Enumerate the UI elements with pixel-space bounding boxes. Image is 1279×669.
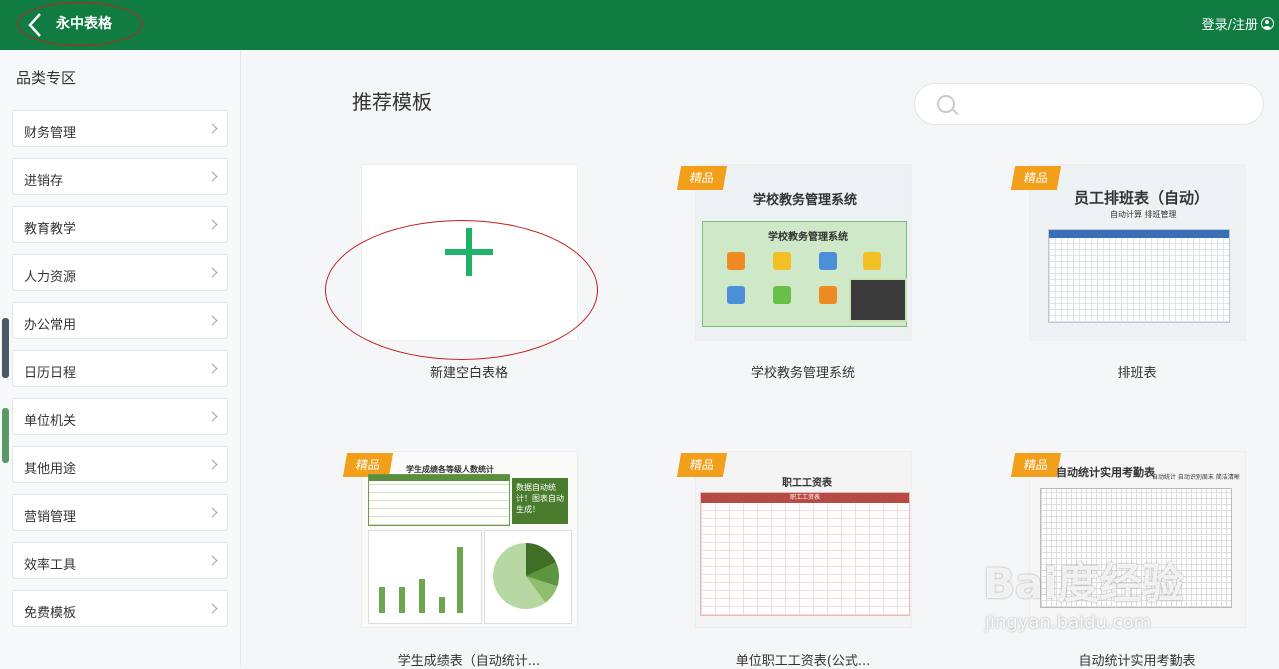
top-bar: 永中表格 登录/注册 [0, 0, 1279, 50]
user-icon [1261, 17, 1274, 30]
premium-badge: 精品 [676, 453, 728, 477]
section-title: 推荐模板 [352, 90, 432, 114]
template-card-school[interactable]: 精品 学校教务管理系统 学校教务管理系统 [676, 165, 911, 340]
sidebar-item-finance[interactable]: 财务管理 [12, 110, 228, 147]
chevron-right-icon [207, 603, 218, 614]
thumb-title: 学校教务管理系统 [753, 193, 858, 208]
template-card-scores[interactable]: 精品 学生成绩各等级人数统计 数据自动统计！图表自动生成！ [342, 452, 577, 627]
thumb-table: 职工工资表 [700, 492, 910, 616]
annotation-ellipse [17, 2, 143, 46]
thumb-pie-chart [484, 530, 572, 624]
sidebar-item-free[interactable]: 免费模板 [12, 590, 228, 627]
sidebar-item-calendar[interactable]: 日历日程 [12, 350, 228, 387]
thumb-table [368, 474, 510, 526]
sidebar-item-label: 办公常用 [24, 318, 77, 333]
card-label[interactable]: 学生成绩表（自动统计... [319, 650, 619, 669]
premium-badge: 精品 [1010, 166, 1062, 190]
chevron-right-icon [207, 315, 218, 326]
watermark: Bai度经验 [983, 559, 1184, 608]
sidebar-item-label: 财务管理 [24, 126, 77, 141]
chevron-right-icon [207, 219, 218, 230]
chevron-right-icon [207, 363, 218, 374]
sidebar-item-inventory[interactable]: 进销存 [12, 158, 228, 195]
scrollbar-thumb[interactable] [2, 318, 9, 378]
sidebar-item-efficiency[interactable]: 效率工具 [12, 542, 228, 579]
new-blank-sheet-card[interactable] [362, 165, 577, 340]
thumb-subtitle: 自动统计 自动识别周末 简洁清晰 [1152, 474, 1240, 481]
sidebar-item-label: 人力资源 [24, 270, 77, 285]
watermark-url: jingyan.baidu.com [985, 612, 1152, 633]
chevron-right-icon [207, 555, 218, 566]
sidebar-item-institution[interactable]: 单位机关 [12, 398, 228, 435]
sidebar-item-label: 单位机关 [24, 414, 77, 429]
scrollbar-thumb[interactable] [2, 408, 9, 463]
category-sidebar: 品类专区 财务管理 进销存 教育教学 人力资源 办公常用 日历日程 单位机关 其… [0, 50, 241, 667]
template-card-payroll[interactable]: 精品 职工工资表 职工工资表 [676, 452, 911, 627]
chevron-right-icon [207, 459, 218, 470]
scrollbar[interactable] [2, 318, 9, 468]
search-icon [937, 95, 955, 113]
sidebar-title: 品类专区 [16, 69, 77, 87]
search-input[interactable] [914, 83, 1264, 125]
sidebar-item-label: 其他用途 [24, 462, 77, 477]
login-label: 登录/注册 [1201, 18, 1258, 33]
thumb-title: 职工工资表 [782, 478, 832, 489]
thumb-note: 数据自动统计！图表自动生成！ [512, 478, 568, 524]
sidebar-item-marketing[interactable]: 营销管理 [12, 494, 228, 531]
thumb-subtitle: 自动计算 排班管理 [1110, 210, 1177, 219]
sidebar-item-label: 效率工具 [24, 558, 77, 573]
card-label[interactable]: 学校教务管理系统 [653, 362, 953, 381]
sidebar-item-other[interactable]: 其他用途 [12, 446, 228, 483]
login-register-link[interactable]: 登录/注册 [1202, 14, 1274, 33]
thumb-panel: 学校教务管理系统 [702, 221, 907, 327]
sidebar-item-label: 进销存 [24, 174, 64, 189]
thumb-title: 自动统计实用考勤表 [1056, 466, 1155, 479]
sidebar-item-office[interactable]: 办公常用 [12, 302, 228, 339]
sidebar-item-hr[interactable]: 人力资源 [12, 254, 228, 291]
chevron-right-icon [207, 411, 218, 422]
card-label[interactable]: 单位职工工资表(公式... [653, 650, 953, 669]
plus-icon-bar [445, 249, 493, 255]
thumb-grid [1048, 229, 1230, 323]
premium-badge: 精品 [676, 166, 728, 190]
thumb-title: 员工排班表（自动） [1074, 189, 1210, 207]
card-label[interactable]: 自动统计实用考勤表 [987, 650, 1279, 669]
sidebar-item-education[interactable]: 教育教学 [12, 206, 228, 243]
thumb-bar-chart [368, 530, 482, 624]
sidebar-item-label: 教育教学 [24, 222, 77, 237]
sidebar-item-label: 免费模板 [24, 606, 77, 621]
sidebar-item-label: 日历日程 [24, 366, 77, 381]
chevron-right-icon [207, 267, 218, 278]
card-label[interactable]: 新建空白表格 [319, 362, 619, 381]
chevron-right-icon [207, 171, 218, 182]
premium-badge: 精品 [1010, 453, 1062, 477]
card-label[interactable]: 排班表 [987, 362, 1279, 381]
chevron-right-icon [207, 123, 218, 134]
chevron-right-icon [207, 507, 218, 518]
sidebar-item-label: 营销管理 [24, 510, 77, 525]
template-card-schedule[interactable]: 精品 员工排班表（自动） 自动计算 排班管理 [1010, 165, 1245, 340]
thumb-subtitle: 学校教务管理系统 [768, 232, 848, 243]
